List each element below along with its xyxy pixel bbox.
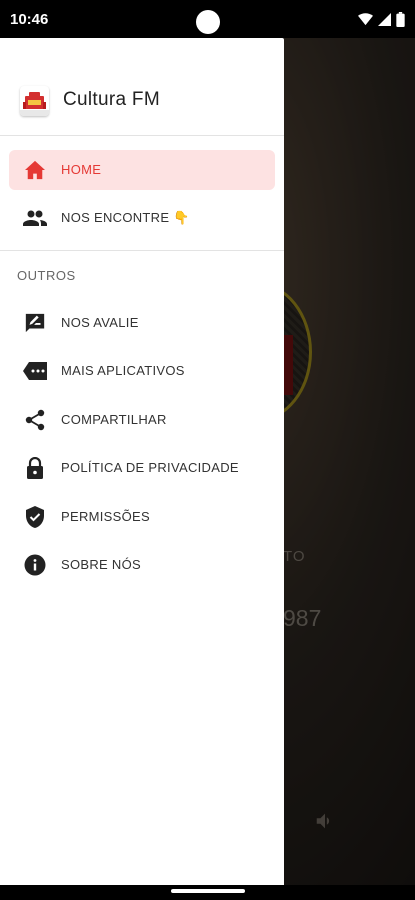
nav-item-sobre-nos[interactable]: SOBRE NÓS — [9, 545, 275, 585]
share-icon — [23, 408, 47, 432]
nav-item-label: POLÍTICA DE PRIVACIDADE — [61, 460, 239, 475]
more-apps-icon — [23, 359, 47, 383]
nav-item-politica-privacidade[interactable]: POLÍTICA DE PRIVACIDADE — [9, 448, 275, 488]
lock-icon — [23, 456, 47, 480]
status-time: 10:46 — [10, 11, 49, 28]
home-gesture-handle[interactable] — [171, 889, 245, 893]
navigation-drawer: Cultura FM HOME NOS ENCONTRE 👇 OUTROS NO… — [0, 38, 284, 885]
nav-item-label: HOME — [61, 162, 102, 177]
status-icons — [358, 12, 405, 27]
status-bar: 10:46 — [0, 0, 415, 38]
system-nav-bar — [0, 885, 415, 900]
shield-check-icon — [23, 505, 47, 529]
nav-item-mais-aplicativos[interactable]: MAIS APLICATIVOS — [9, 351, 275, 391]
signal-icon — [378, 13, 391, 26]
nav-item-label: NOS ENCONTRE 👇 — [61, 210, 190, 225]
nav-item-label: MAIS APLICATIVOS — [61, 363, 185, 378]
wifi-icon — [358, 13, 373, 26]
camera-cutout — [196, 10, 220, 34]
nav-item-label: NOS AVALIE — [61, 315, 139, 330]
nav-item-nos-avalie[interactable]: NOS AVALIE — [9, 303, 275, 343]
divider — [0, 250, 284, 251]
drawer-header: Cultura FM — [0, 38, 284, 136]
nav-item-label: SOBRE NÓS — [61, 557, 141, 572]
nav-item-label: COMPARTILHAR — [61, 412, 167, 427]
nav-item-home[interactable]: HOME — [9, 150, 275, 190]
people-icon — [23, 206, 47, 230]
home-icon — [23, 158, 47, 182]
section-label-outros: OUTROS — [17, 268, 76, 283]
nav-item-label: PERMISSÕES — [61, 509, 150, 524]
battery-icon — [396, 12, 405, 27]
nav-item-compartilhar[interactable]: COMPARTILHAR — [9, 400, 275, 440]
app-title: Cultura FM — [63, 89, 160, 110]
rate-review-icon — [23, 311, 47, 335]
nav-item-permissoes[interactable]: PERMISSÕES — [9, 497, 275, 537]
app-logo — [20, 86, 49, 116]
nav-item-nos-encontre[interactable]: NOS ENCONTRE 👇 — [9, 198, 275, 238]
info-icon — [23, 553, 47, 577]
